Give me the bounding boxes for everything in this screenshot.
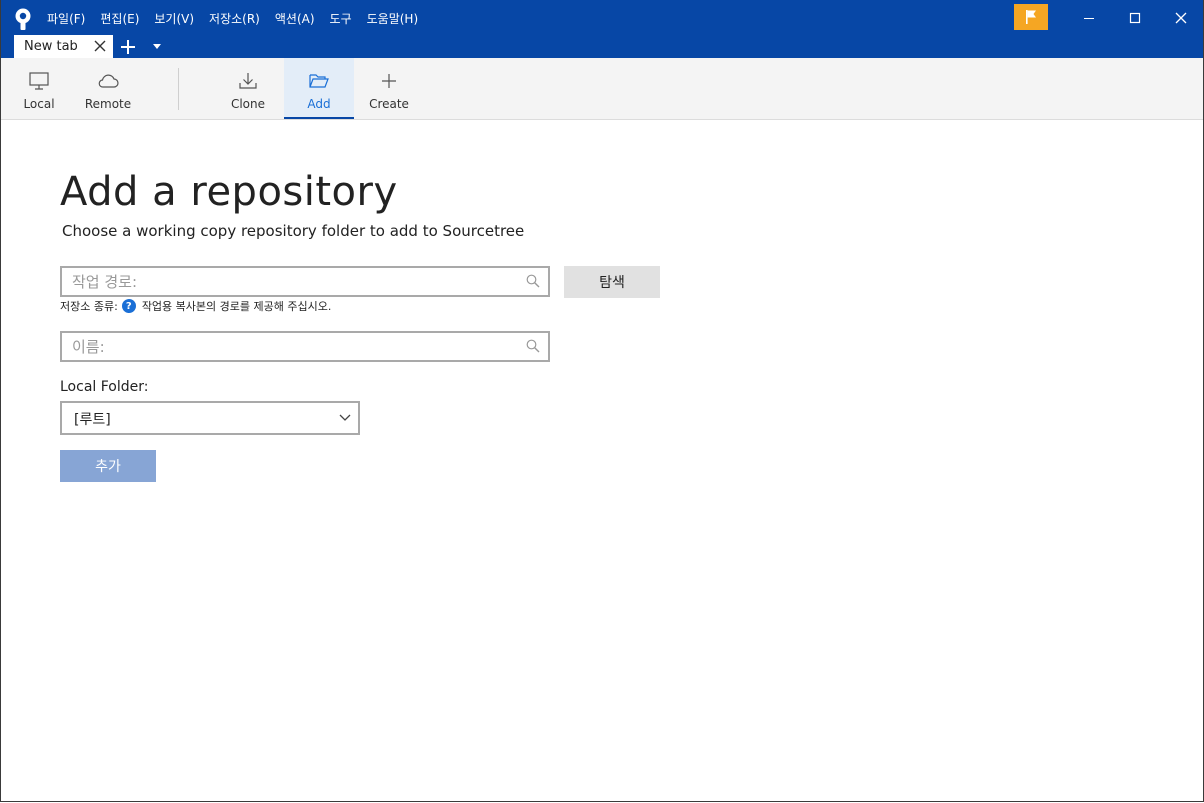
minimize-button[interactable]	[1066, 0, 1112, 36]
toolbar-create-label: Create	[369, 97, 409, 111]
name-input[interactable]	[72, 333, 512, 360]
local-folder-label: Local Folder:	[60, 379, 149, 395]
help-question-icon[interactable]: ?	[121, 299, 136, 313]
title-bar: 파일(F) 편집(E) 보기(V) 저장소(R) 액션(A) 도구 도움말(H)…	[1, 0, 1203, 58]
name-field[interactable]	[60, 331, 550, 362]
menu-file[interactable]: 파일(F)	[47, 10, 85, 27]
maximize-button[interactable]	[1112, 0, 1158, 36]
flag-icon	[1026, 10, 1036, 24]
chevron-down-icon	[339, 414, 351, 421]
sourcetree-logo-icon[interactable]	[13, 8, 33, 30]
maximize-icon	[1129, 12, 1141, 24]
menu-view[interactable]: 보기(V)	[154, 10, 194, 27]
tab-list-chevron-down-icon[interactable]	[151, 40, 163, 52]
search-icon	[526, 339, 540, 353]
app-window: 파일(F) 편집(E) 보기(V) 저장소(R) 액션(A) 도구 도움말(H)…	[0, 0, 1204, 802]
repository-type-message: 작업용 복사본의 경로를 제공해 주십시오.	[141, 300, 332, 313]
toolbar-remote-label: Remote	[84, 97, 132, 111]
tab-new-tab[interactable]: New tab	[14, 35, 113, 58]
toolbar-local-label: Local	[23, 97, 55, 111]
repository-toolbar: Local Remote Clone Add Create	[1, 58, 1203, 120]
menu-tools[interactable]: 도구	[330, 10, 352, 27]
page-title: Add a repository	[60, 169, 398, 215]
notification-flag-button[interactable]	[1014, 4, 1048, 30]
add-repository-button[interactable]: 추가	[60, 450, 156, 482]
menu-repository[interactable]: 저장소(R)	[209, 10, 260, 27]
close-icon	[1175, 12, 1187, 24]
plus-icon	[382, 74, 396, 88]
close-window-button[interactable]	[1158, 0, 1203, 36]
tab-label: New tab	[24, 39, 78, 54]
cloud-icon	[98, 74, 119, 88]
toolbar-clone-label: Clone	[230, 97, 266, 111]
toolbar-create-button[interactable]: Create	[365, 58, 413, 119]
toolbar-add-label: Add	[307, 97, 331, 111]
search-icon	[526, 274, 540, 288]
local-folder-value: [루트]	[74, 412, 111, 428]
toolbar-add-button[interactable]: Add	[284, 58, 354, 119]
menu-bar: 파일(F) 편집(E) 보기(V) 저장소(R) 액션(A) 도구 도움말(H)	[47, 0, 433, 36]
toolbar-local-button[interactable]: Local	[15, 58, 63, 119]
toolbar-remote-button[interactable]: Remote	[83, 58, 133, 119]
new-tab-plus-icon[interactable]	[119, 38, 137, 56]
minimize-icon	[1084, 18, 1094, 19]
working-path-input[interactable]	[72, 268, 512, 295]
tab-close-icon[interactable]	[93, 39, 107, 53]
folder-open-icon	[309, 74, 329, 88]
menu-help[interactable]: 도움말(H)	[367, 10, 419, 27]
toolbar-separator	[178, 68, 179, 110]
repository-type-label: 저장소 종류:	[60, 300, 118, 313]
browse-button[interactable]: 탐색	[564, 266, 660, 298]
local-folder-select[interactable]: [루트]	[60, 401, 360, 435]
download-icon	[239, 73, 257, 89]
menu-actions[interactable]: 액션(A)	[275, 10, 315, 27]
working-path-field[interactable]	[60, 266, 550, 297]
repository-type-row: 저장소 종류: ? 작업용 복사본의 경로를 제공해 주십시오.	[60, 298, 331, 314]
monitor-icon	[29, 72, 49, 90]
menu-edit[interactable]: 편집(E)	[100, 10, 139, 27]
toolbar-clone-button[interactable]: Clone	[223, 58, 273, 119]
page-subtitle: Choose a working copy repository folder …	[62, 222, 525, 240]
